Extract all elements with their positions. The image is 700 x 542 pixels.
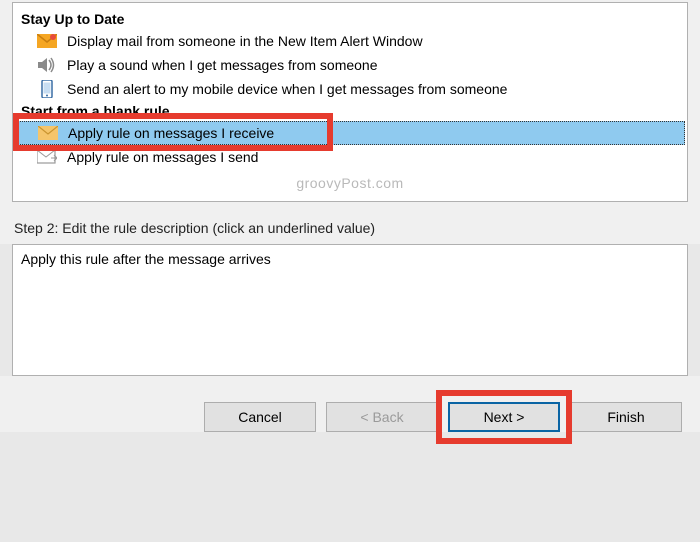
template-list-panel: Stay Up to Date Display mail from someon… bbox=[12, 2, 688, 202]
template-row-receive[interactable]: Apply rule on messages I receive bbox=[15, 121, 685, 145]
cancel-button[interactable]: Cancel bbox=[204, 402, 316, 432]
watermark-text: groovyPost.com bbox=[15, 169, 685, 191]
template-row-new-item-alert[interactable]: Display mail from someone in the New Ite… bbox=[15, 29, 685, 53]
step2-instruction: Step 2: Edit the rule description (click… bbox=[0, 202, 700, 244]
section-header-blank-rule: Start from a blank rule bbox=[15, 101, 685, 121]
template-row-mobile-alert[interactable]: Send an alert to my mobile device when I… bbox=[15, 77, 685, 101]
rule-description-text: Apply this rule after the message arrive… bbox=[21, 251, 271, 267]
section-header-stay-up-to-date: Stay Up to Date bbox=[15, 9, 685, 29]
mobile-icon bbox=[37, 80, 57, 98]
template-row-send[interactable]: Apply rule on messages I send bbox=[15, 145, 685, 169]
envelope-out-icon bbox=[37, 148, 57, 166]
template-row-label: Apply rule on messages I send bbox=[67, 149, 258, 165]
template-row-label: Apply rule on messages I receive bbox=[68, 125, 274, 141]
wizard-button-bar: Cancel < Back Next > Finish bbox=[0, 376, 700, 432]
finish-button[interactable]: Finish bbox=[570, 402, 682, 432]
template-row-play-sound[interactable]: Play a sound when I get messages from so… bbox=[15, 53, 685, 77]
sound-icon bbox=[37, 56, 57, 74]
template-row-label: Display mail from someone in the New Ite… bbox=[67, 33, 423, 49]
envelope-in-icon bbox=[38, 124, 58, 142]
next-button[interactable]: Next > bbox=[448, 402, 560, 432]
mail-alert-icon bbox=[37, 32, 57, 50]
template-row-label: Send an alert to my mobile device when I… bbox=[67, 81, 507, 97]
rule-description-panel[interactable]: Apply this rule after the message arrive… bbox=[12, 244, 688, 376]
template-row-label: Play a sound when I get messages from so… bbox=[67, 57, 378, 73]
back-button: < Back bbox=[326, 402, 438, 432]
